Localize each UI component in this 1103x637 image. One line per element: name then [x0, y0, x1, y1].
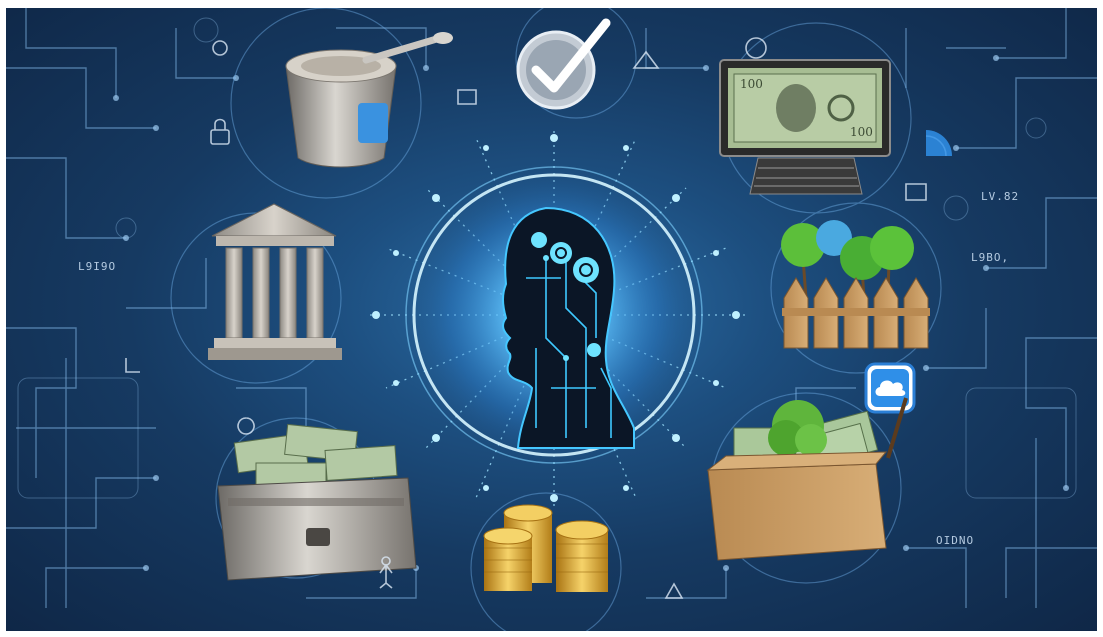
- label-left: L9I9O: [78, 260, 117, 273]
- label-right-bottom: OIDNO: [936, 534, 975, 547]
- decorative-icons: [125, 37, 952, 599]
- lock-icon: [210, 129, 230, 145]
- label-right-mid: L9BO,: [971, 251, 1010, 264]
- label-right-top: LV.82: [981, 190, 1020, 203]
- illustration-scene: 100 100 L9I9O LV.82 L9BO, OIDNO: [6, 8, 1097, 631]
